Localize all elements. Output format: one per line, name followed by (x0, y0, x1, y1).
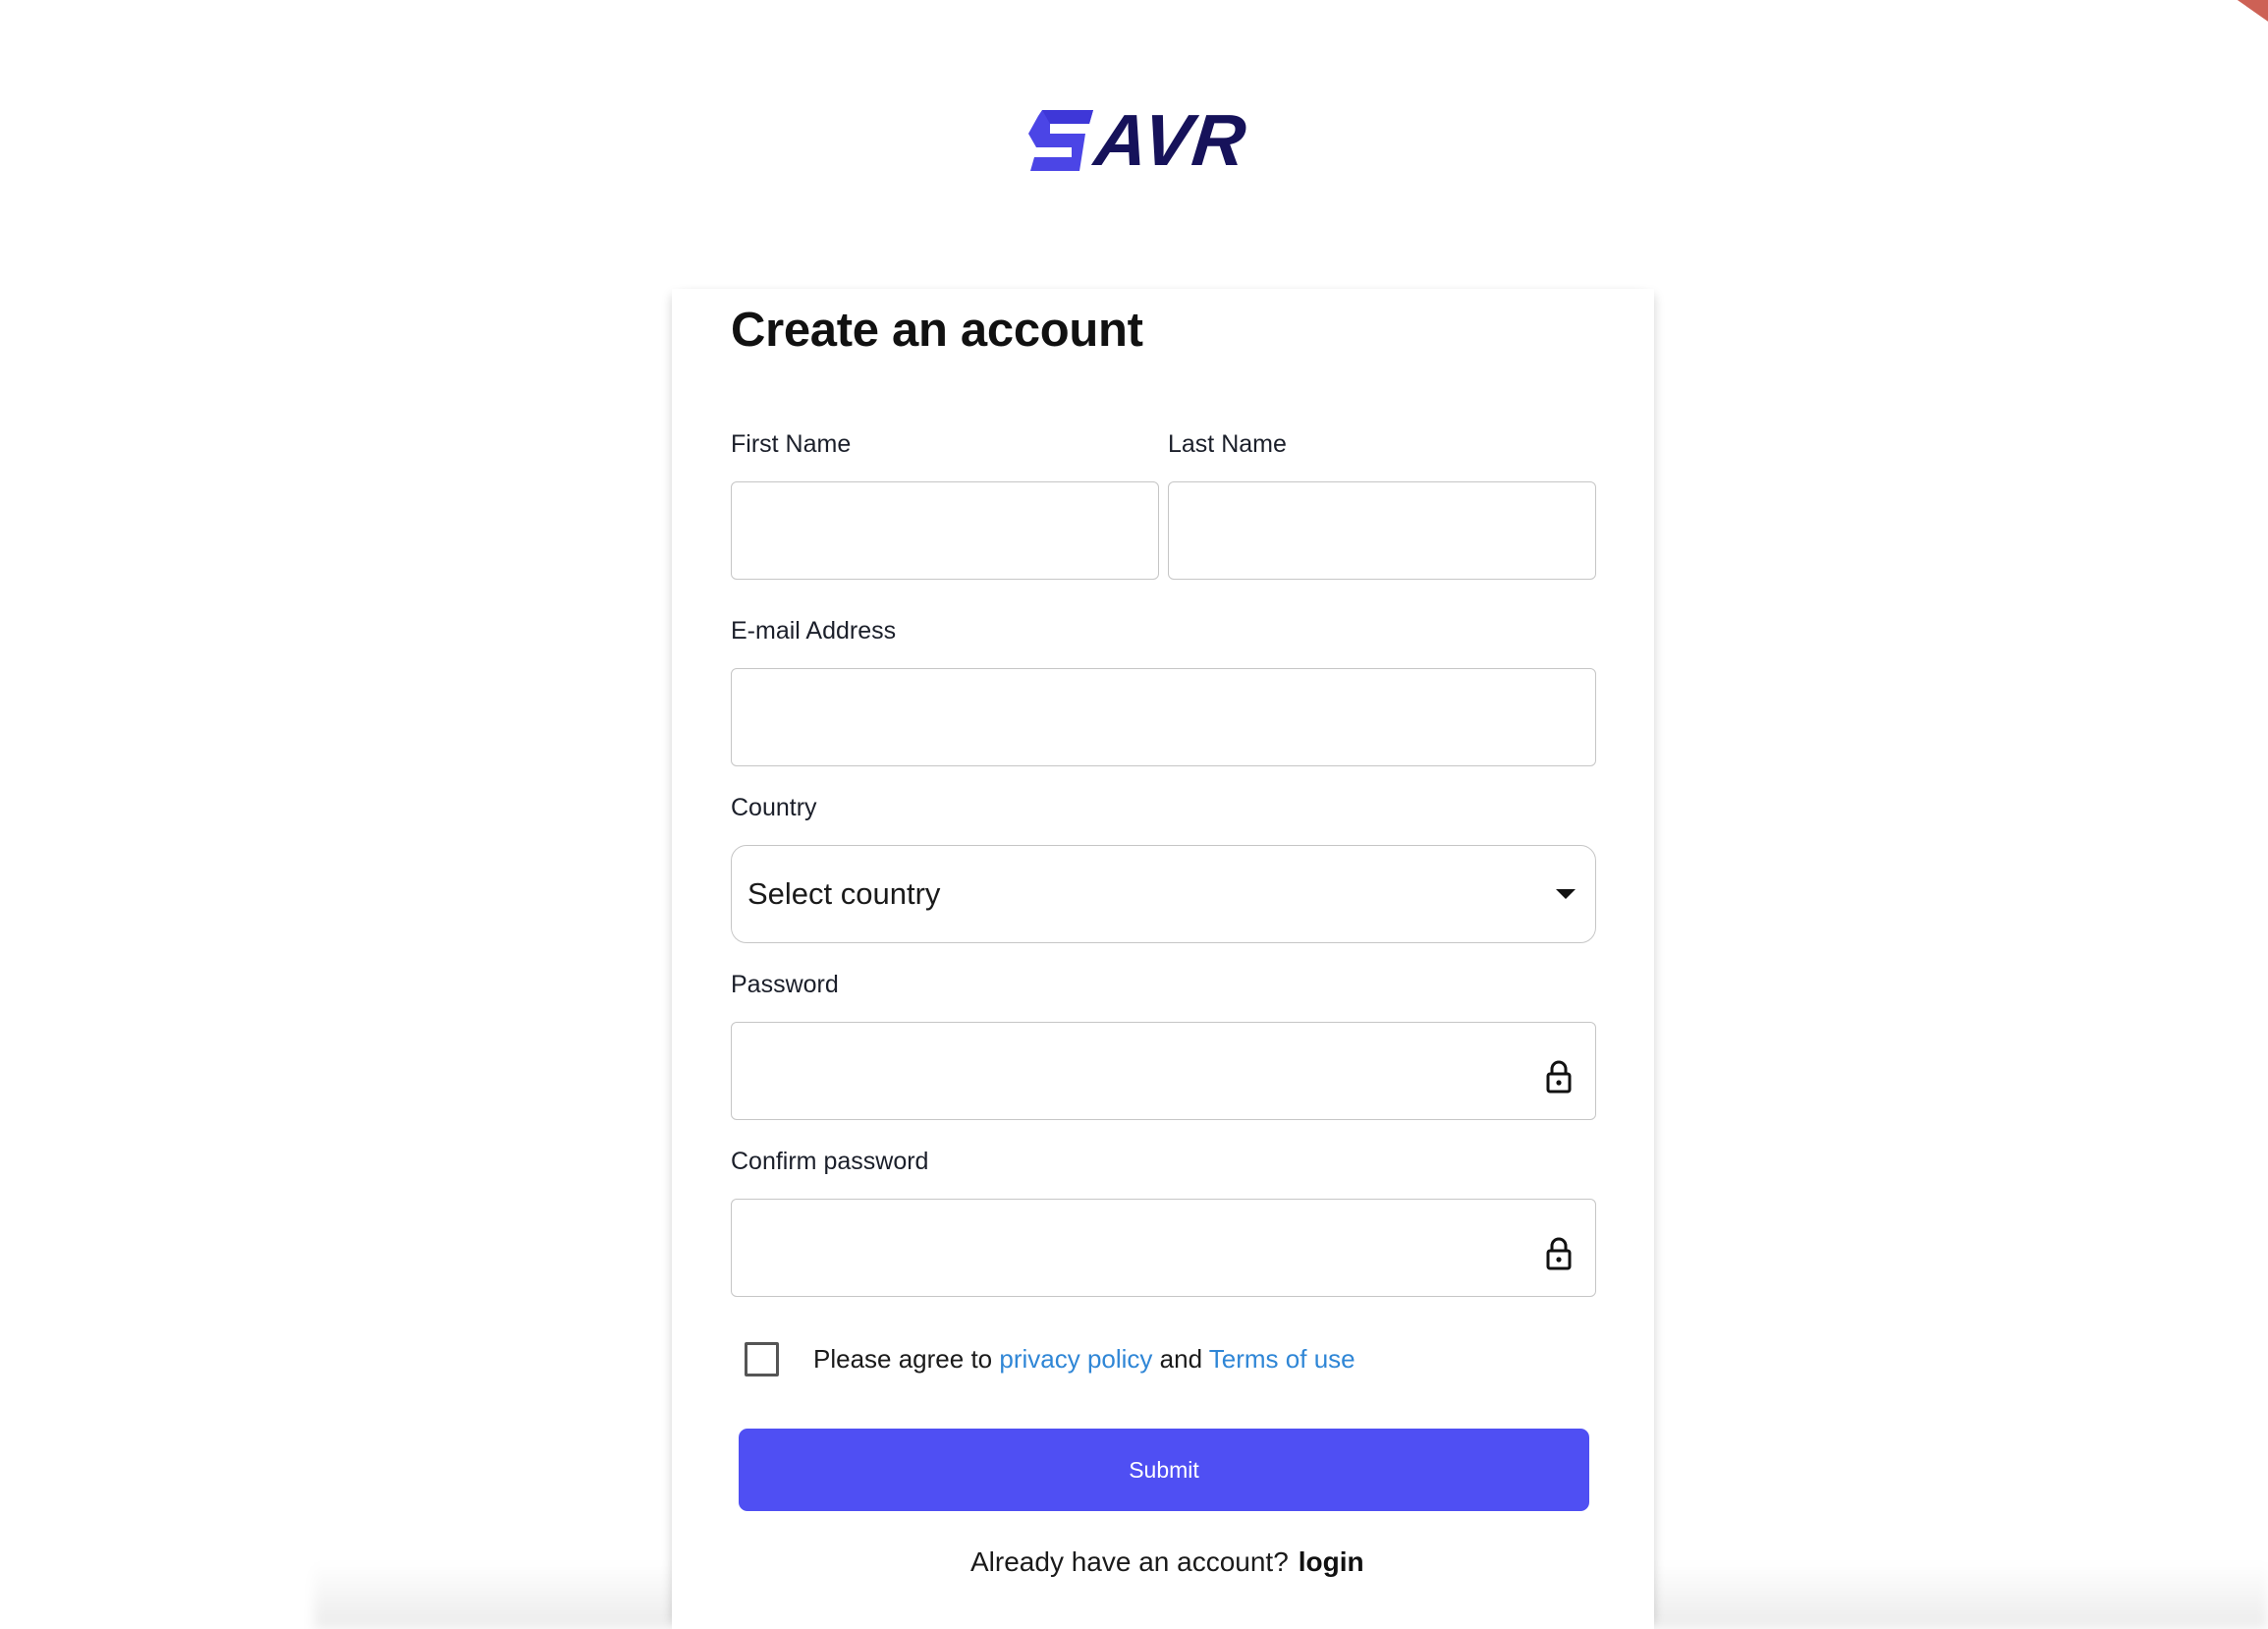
login-link[interactable]: login (1299, 1546, 1364, 1577)
confirm-password-field[interactable] (731, 1199, 1596, 1297)
confirm-password-label: Confirm password (731, 1148, 929, 1175)
last-name-label: Last Name (1168, 430, 1287, 458)
password-field[interactable] (731, 1022, 1596, 1120)
terms-of-use-link[interactable]: Terms of use (1209, 1344, 1355, 1374)
signup-card: Create an account First Name Last Name E… (672, 289, 1654, 1629)
password-label: Password (731, 971, 839, 998)
email-label: E-mail Address (731, 617, 897, 645)
chevron-down-icon (1556, 889, 1576, 899)
country-select[interactable]: Select country (731, 845, 1596, 943)
country-label: Country (731, 794, 817, 821)
country-select-value: Select country (747, 876, 941, 911)
lock-icon[interactable] (1546, 1060, 1572, 1094)
agree-checkbox[interactable] (745, 1342, 779, 1376)
login-prompt-text: Already have an account? (970, 1546, 1289, 1577)
submit-button[interactable]: Submit (739, 1429, 1589, 1511)
brand-s-mark-icon (1028, 110, 1093, 171)
agree-prefix: Please agree to (813, 1344, 1000, 1374)
brand-name: AVR (1090, 99, 1251, 181)
first-name-label: First Name (731, 430, 852, 458)
privacy-policy-link[interactable]: privacy policy (999, 1344, 1152, 1374)
last-name-field[interactable] (1168, 481, 1596, 580)
brand-logo: AVR (1028, 99, 1299, 181)
login-prompt: Already have an account? login (970, 1546, 1364, 1578)
agree-text: Please agree to privacy policy and Terms… (813, 1344, 1355, 1375)
corner-ribbon (2209, 0, 2268, 29)
first-name-field[interactable] (731, 481, 1159, 580)
lock-icon[interactable] (1546, 1237, 1572, 1270)
agree-middle: and (1152, 1344, 1209, 1374)
signup-page: AVR Create an account First Name Last Na… (0, 0, 2268, 1629)
page-title: Create an account (731, 304, 1143, 357)
email-field[interactable] (731, 668, 1596, 766)
